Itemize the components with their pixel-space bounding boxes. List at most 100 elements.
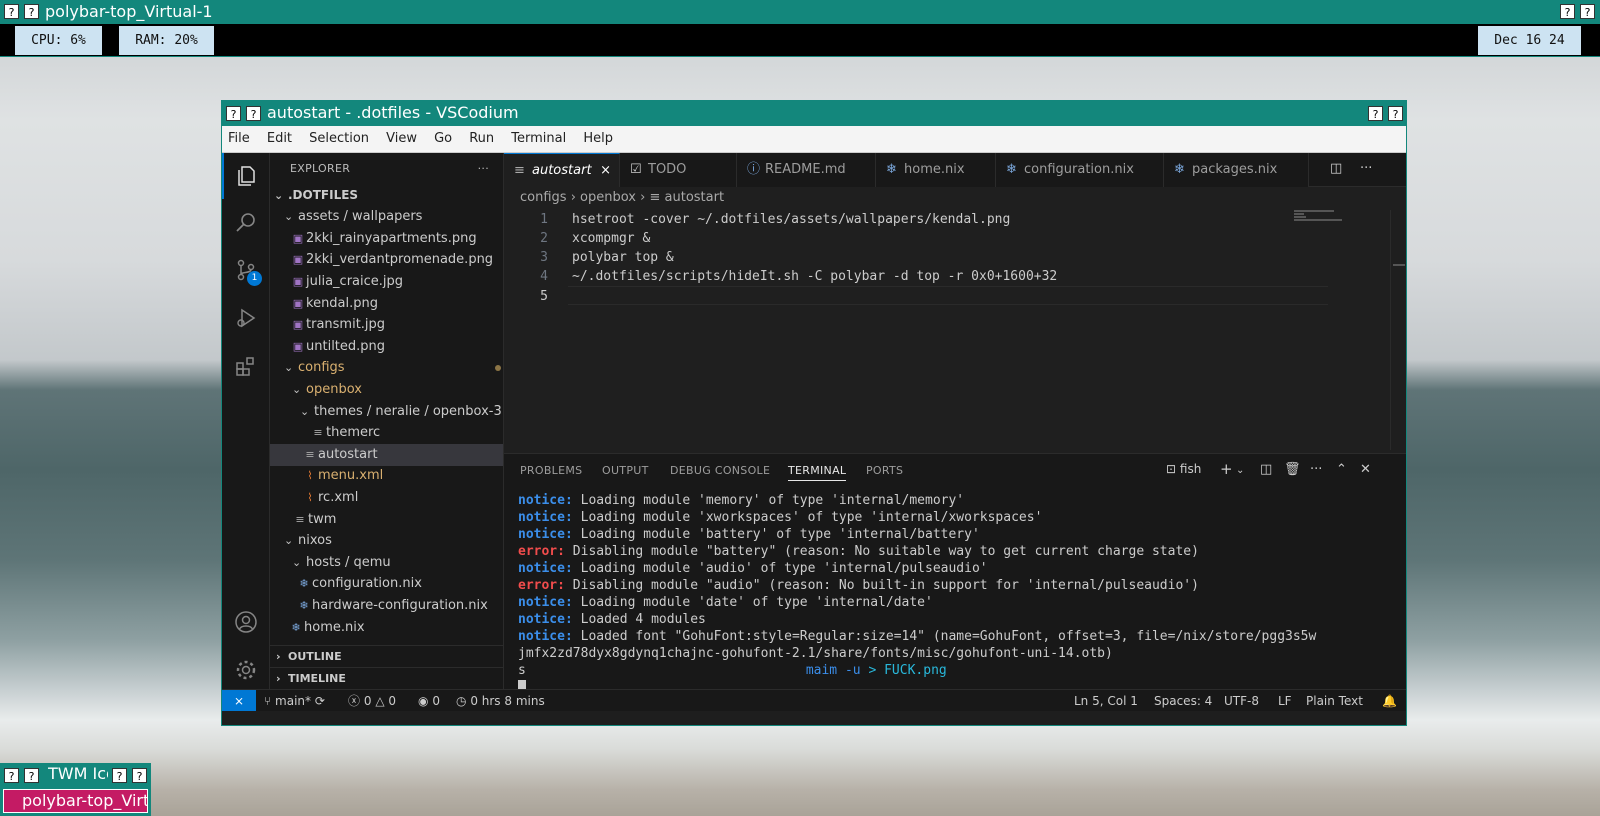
explorer-icon[interactable] xyxy=(222,153,270,199)
trash-icon[interactable]: 🗑 xyxy=(1284,462,1301,477)
branch-status[interactable]: ⑂ main* ⟳ xyxy=(264,690,325,712)
code-editor[interactable]: 1 hsetroot -cover ~/.dotfiles/assets/wall… xyxy=(504,210,1406,305)
tab-configuration-nix[interactable]: ❄ configuration.nix xyxy=(996,153,1164,187)
tab-home-nix[interactable]: ❄ home.nix xyxy=(876,153,996,187)
tree-file[interactable]: ▣ 2kki_rainyapartments.png xyxy=(270,228,503,250)
extensions-icon[interactable] xyxy=(222,343,270,389)
tree-file[interactable]: ▣ transmit.jpg xyxy=(270,314,503,336)
tree-folder[interactable]: ⌄ assets / wallpapers xyxy=(270,206,503,228)
activity-bar: 1 xyxy=(222,153,270,703)
terminal-shell-selector[interactable]: ⊡ fish xyxy=(1166,462,1201,476)
indentation[interactable]: Spaces: 4 xyxy=(1154,690,1212,712)
menu-run[interactable]: Run xyxy=(463,126,500,146)
search-icon[interactable] xyxy=(222,199,270,245)
cursor-position[interactable]: Ln 5, Col 1 xyxy=(1074,690,1138,712)
ports-status[interactable]: ◉ 0 xyxy=(418,690,440,712)
editor-scrollbar[interactable] xyxy=(1390,210,1405,450)
tab-autostart[interactable]: ≡ autostart × xyxy=(504,153,620,187)
tab-readme[interactable]: ⓘ README.md xyxy=(737,153,876,187)
window-menu-button[interactable]: ? xyxy=(226,106,241,121)
tree-file[interactable]: ▣ kendal.png xyxy=(270,293,503,315)
info-icon: ⓘ xyxy=(747,162,761,177)
tree-folder[interactable]: ⌄ nixos xyxy=(270,530,503,552)
tree-folder[interactable]: ⌄ hosts / qemu xyxy=(270,552,503,574)
nix-snowflake-icon: ❄ xyxy=(886,162,897,177)
tab-packages-nix[interactable]: ❄ packages.nix xyxy=(1164,153,1309,187)
window-close-button[interactable]: ? xyxy=(1388,106,1403,121)
explorer-more-button[interactable]: ··· xyxy=(478,153,489,185)
breadcrumb-autostart[interactable]: autostart xyxy=(665,190,725,205)
terminal-line: notice: Loading module 'audio' of type '… xyxy=(518,561,988,576)
close-icon[interactable]: × xyxy=(600,154,611,187)
menu-view[interactable]: View xyxy=(380,126,423,146)
window-iconify-button[interactable]: ? xyxy=(24,4,39,19)
split-terminal-icon[interactable]: ◫ xyxy=(1260,462,1272,477)
tree-file[interactable]: ⌇menu.xmlM xyxy=(270,465,503,487)
window-title-bar[interactable]: ? ? autostart - .dotfiles - VSCodium ? ? xyxy=(222,101,1406,126)
tab-problems[interactable]: PROBLEMS xyxy=(520,464,582,477)
encoding[interactable]: UTF-8 xyxy=(1224,690,1259,712)
tree-file[interactable]: ≡ themerc xyxy=(270,422,503,444)
window-resize-button[interactable]: ? xyxy=(1368,106,1383,121)
polybar-title-bar: ? ? polybar-top_Virtual-1 ? ? xyxy=(0,0,1600,24)
menu-file[interactable]: File xyxy=(222,126,256,146)
tree-file[interactable]: ⌇ rc.xml xyxy=(270,487,503,509)
tab-terminal[interactable]: TERMINAL xyxy=(788,464,847,481)
window-close-button[interactable]: ? xyxy=(1580,4,1595,19)
tree-file[interactable]: ▣ julia_craice.jpg xyxy=(270,271,503,293)
menu-terminal[interactable]: Terminal xyxy=(505,126,572,146)
source-control-icon[interactable]: 1 xyxy=(222,247,270,293)
chevron-down-icon[interactable]: ⌄ xyxy=(1236,465,1244,476)
window-menu-button[interactable]: ? xyxy=(4,4,19,19)
icon-manager-entry[interactable]: polybar-top_Virtual-1 xyxy=(3,789,148,813)
window-close-button[interactable]: ? xyxy=(132,768,147,783)
tab-ports[interactable]: PORTS xyxy=(866,464,903,477)
explorer-root[interactable]: ⌄ .DOTFILES xyxy=(270,184,503,206)
breadcrumb-configs[interactable]: configs xyxy=(520,190,567,205)
sync-icon: ⟳ xyxy=(314,694,325,708)
time-status[interactable]: ◷ 0 hrs 8 mins xyxy=(456,690,545,712)
tree-file[interactable]: ▣ 2kki_verdantpromenade.png xyxy=(270,249,503,271)
minimap[interactable] xyxy=(1294,210,1358,221)
tree-folder[interactable]: ⌄ themes / neralie / openbox-3 xyxy=(270,401,503,423)
run-debug-icon[interactable] xyxy=(222,295,270,341)
settings-gear-icon[interactable] xyxy=(222,647,270,693)
tree-file-selected[interactable]: ≡ autostart xyxy=(270,444,503,466)
problems-status[interactable]: ⓧ 0 △ 0 xyxy=(348,690,396,712)
more-actions-icon[interactable]: ··· xyxy=(1310,462,1322,477)
more-actions-icon[interactable]: ··· xyxy=(1360,161,1372,176)
language-mode[interactable]: Plain Text xyxy=(1306,690,1363,712)
close-panel-icon[interactable]: ✕ xyxy=(1360,462,1371,477)
outline-section[interactable]: › OUTLINE xyxy=(270,645,503,667)
menu-help[interactable]: Help xyxy=(577,126,619,146)
notifications-bell-icon[interactable]: 🔔 xyxy=(1382,690,1397,712)
menu-edit[interactable]: Edit xyxy=(261,126,298,146)
maximize-panel-icon[interactable]: ⌃ xyxy=(1336,462,1347,477)
accounts-icon[interactable] xyxy=(222,599,270,645)
menu-selection[interactable]: Selection xyxy=(303,126,375,146)
breadcrumb-openbox[interactable]: openbox xyxy=(580,190,636,205)
tree-file[interactable]: ▣ untilted.png xyxy=(270,336,503,358)
window-iconify-button[interactable]: ? xyxy=(246,106,261,121)
remote-icon[interactable]: ⨯ xyxy=(222,690,256,711)
window-menu-button[interactable]: ? xyxy=(4,768,19,783)
tree-file[interactable]: ❄ hardware-configuration.nix xyxy=(270,595,503,617)
terminal-output[interactable]: notice: Loading module 'memory' of type … xyxy=(518,492,1378,696)
end-of-line[interactable]: LF xyxy=(1278,690,1292,712)
tree-folder[interactable]: ⌄ openbox xyxy=(270,379,503,401)
tab-output[interactable]: OUTPUT xyxy=(602,464,649,477)
timeline-section[interactable]: › TIMELINE xyxy=(270,667,503,689)
rss-xml-icon: ⌇ xyxy=(307,469,313,482)
tree-folder[interactable]: ⌄ configs xyxy=(270,357,503,379)
window-iconify-button[interactable]: ? xyxy=(24,768,39,783)
window-resize-button[interactable]: ? xyxy=(1560,4,1575,19)
tab-todo[interactable]: ☑ TODO xyxy=(620,153,737,187)
window-resize-button[interactable]: ? xyxy=(112,768,127,783)
split-editor-icon[interactable]: ◫ xyxy=(1330,161,1342,176)
tab-debug-console[interactable]: DEBUG CONSOLE xyxy=(670,464,770,477)
tree-file[interactable]: ❄ home.nix xyxy=(270,617,503,639)
menu-go[interactable]: Go xyxy=(428,126,458,146)
tree-file[interactable]: ≡ twm xyxy=(270,509,503,531)
tree-file[interactable]: ❄ configuration.nix xyxy=(270,573,503,595)
new-terminal-icon[interactable]: + xyxy=(1220,460,1233,478)
